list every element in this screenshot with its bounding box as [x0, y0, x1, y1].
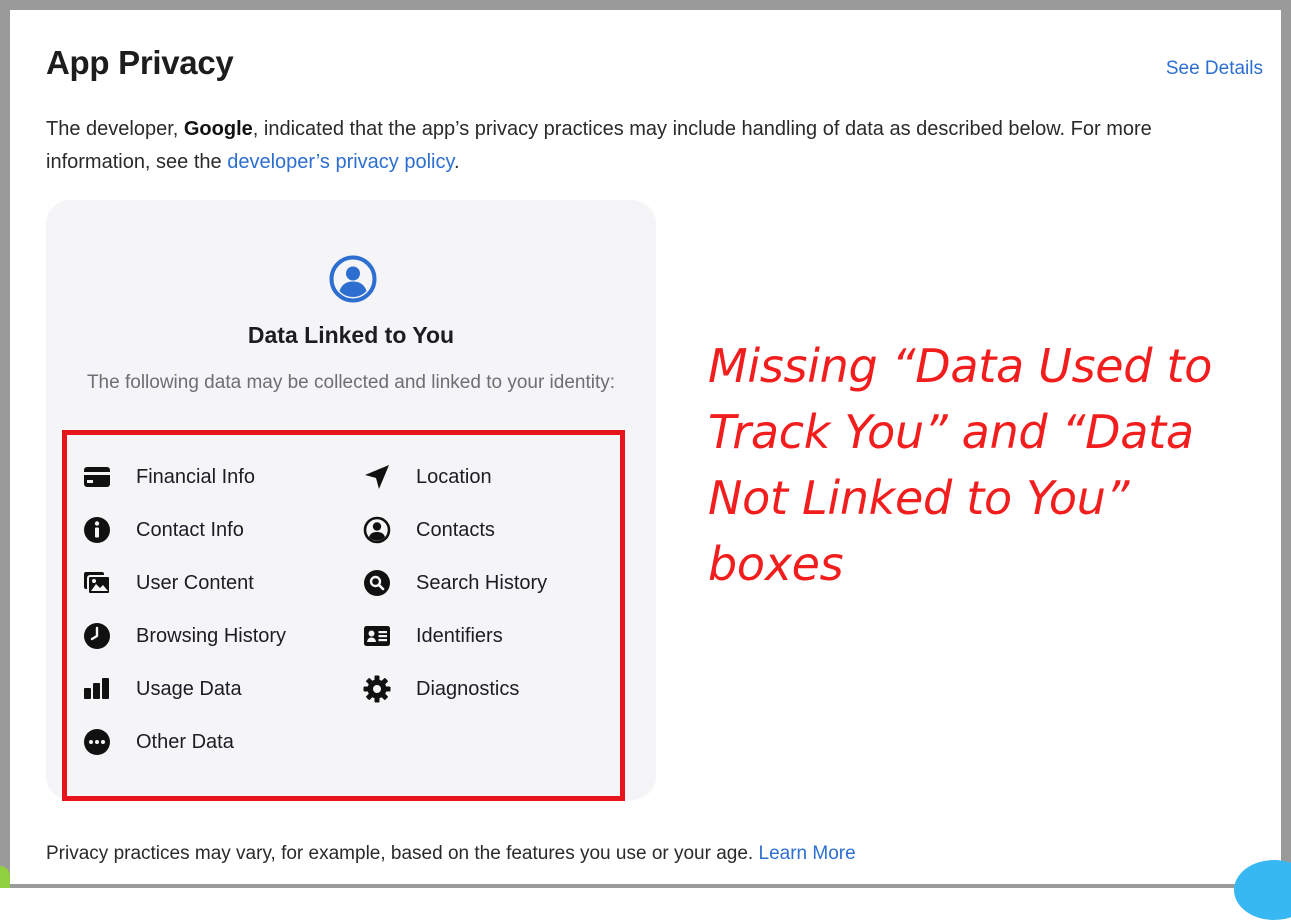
data-item-label: Contacts: [416, 518, 495, 541]
data-item-contacts: Contacts: [362, 515, 495, 545]
ellipsis-circle-icon: [84, 729, 110, 755]
page-title: App Privacy: [46, 44, 234, 81]
magnifier-circle-icon: [364, 570, 390, 596]
person-circle-icon: [363, 516, 391, 544]
photos-icon: [84, 572, 111, 595]
person-circle-icon: [329, 255, 377, 303]
data-item-label: Other Data: [136, 730, 234, 753]
data-item-label: Contact Info: [136, 518, 244, 541]
description-prefix: The developer,: [46, 118, 184, 140]
bar-chart-icon: [84, 678, 109, 699]
data-item-contact-info: Contact Info: [82, 515, 244, 545]
privacy-description: The developer, Google, indicated that th…: [46, 113, 1246, 179]
data-item-financial-info: Financial Info: [82, 462, 255, 492]
card-title: Data Linked to You: [247, 322, 455, 348]
data-item-label: Location: [416, 465, 492, 488]
id-card-icon: [364, 626, 390, 646]
data-item-identifiers: Identifiers: [362, 621, 503, 651]
data-item-search-history: Search History: [362, 568, 547, 598]
data-item-label: Financial Info: [136, 465, 255, 488]
privacy-policy-link[interactable]: developer’s privacy policy: [227, 151, 454, 173]
see-details-link[interactable]: See Details: [1166, 58, 1263, 80]
annotation-text: Missing “Data Used to Track You” and “Da…: [708, 339, 1213, 591]
data-item-label: Search History: [416, 571, 548, 594]
clock-icon: [84, 623, 110, 649]
data-item-browsing-history: Browsing History: [82, 621, 286, 651]
data-item-diagnostics: Diagnostics: [362, 674, 519, 704]
data-item-location: Location: [362, 462, 492, 492]
data-item-label: User Content: [136, 571, 254, 594]
footer-note: Privacy practices may vary, for example,…: [46, 843, 856, 865]
credit-card-icon: [84, 467, 110, 487]
learn-more-link[interactable]: Learn More: [759, 843, 856, 864]
data-item-other-data: Other Data: [82, 727, 234, 757]
info-circle-icon: [84, 517, 110, 543]
data-item-label: Diagnostics: [416, 677, 520, 700]
gear-icon: [363, 675, 391, 703]
card-subtitle: The following data may be collected and …: [86, 372, 616, 393]
data-item-label: Browsing History: [136, 624, 287, 647]
description-suffix: .: [454, 151, 460, 173]
location-arrow-icon: [365, 465, 389, 489]
data-item-user-content: User Content: [82, 568, 254, 598]
data-item-label: Usage Data: [136, 677, 242, 700]
data-item-label: Identifiers: [416, 624, 503, 647]
developer-name: Google: [183, 118, 253, 140]
footer-text: Privacy practices may vary, for example,…: [46, 843, 759, 864]
data-item-usage-data: Usage Data: [82, 674, 242, 704]
